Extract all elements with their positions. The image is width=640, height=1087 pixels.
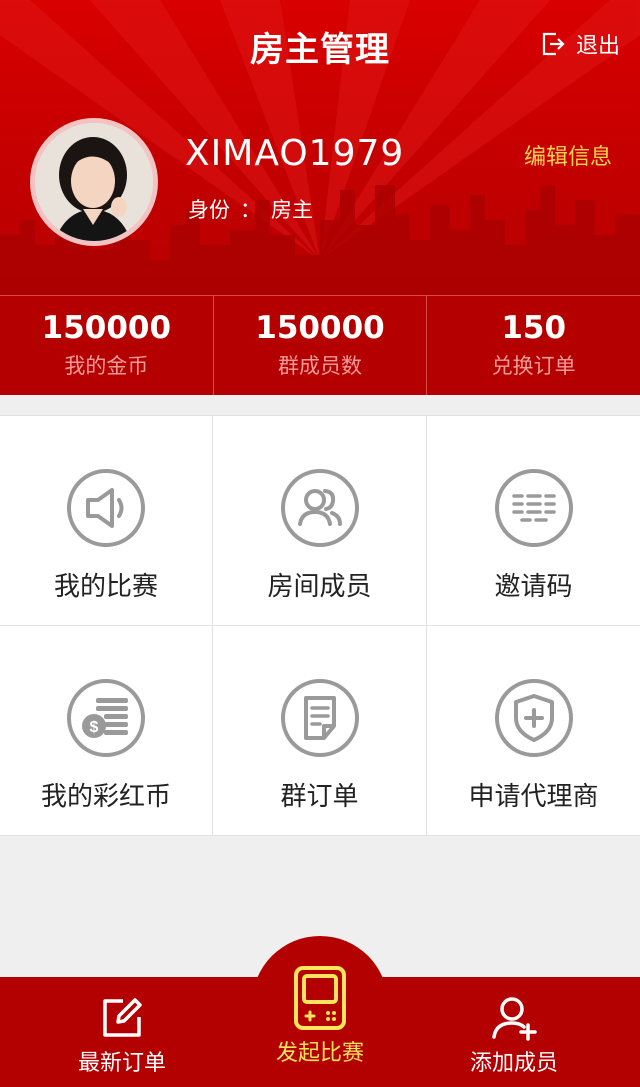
logout-button[interactable]: 退出 (540, 28, 620, 60)
nav-label: 发起比赛 (275, 1041, 364, 1066)
grid-item-label: 申请代理商 (468, 782, 599, 812)
stat-value: 150 (501, 310, 567, 346)
identity-value: 房主 (271, 198, 313, 222)
nav-add-member[interactable]: 添加成员 (444, 995, 584, 1077)
grid-item-label: 我的彩红币 (40, 782, 171, 812)
coins-icon: $ (67, 679, 145, 757)
grid-item-label: 群订单 (280, 782, 359, 812)
nav-label: 添加成员 (469, 1051, 558, 1076)
stat-label: 群成员数 (278, 354, 362, 378)
identity-line: 身份 ： 房主 (188, 194, 313, 224)
stat-value: 150000 (41, 310, 172, 346)
stat-label: 兑换订单 (491, 354, 576, 378)
add-user-icon (492, 997, 537, 1041)
stat-members[interactable]: 150000 群成员数 (212, 296, 427, 395)
grid-item-label: 邀请码 (494, 572, 573, 602)
shield-plus-icon (494, 679, 573, 757)
stat-coins[interactable]: 150000 我的金币 (0, 296, 213, 395)
nav-latest-orders[interactable]: 最新订单 (52, 995, 192, 1077)
grid-item-apply-agent[interactable]: 申请代理商 (427, 626, 640, 836)
nav-label: 最新订单 (77, 1051, 166, 1076)
grid-item-my-matches[interactable]: 我的比赛 (0, 416, 213, 626)
logout-label: 退出 (575, 34, 620, 59)
stat-value: 150000 (255, 310, 385, 346)
megaphone-icon (67, 469, 145, 547)
feature-grid: 我的比赛 房间成员 邀请码 $ 我的彩红币 群订单 申请代理商 (0, 415, 640, 836)
members-icon (280, 469, 359, 547)
grid-item-label: 房间成员 (267, 572, 372, 602)
grid-item-room-members[interactable]: 房间成员 (213, 416, 427, 626)
stat-label: 我的金币 (64, 354, 149, 378)
game-console-icon (294, 966, 346, 1030)
stat-orders[interactable]: 150 兑换订单 (426, 296, 640, 395)
logout-icon (542, 32, 565, 56)
identity-separator: ： (240, 198, 261, 222)
grid-item-rainbow-coins[interactable]: $ 我的彩红币 (0, 626, 213, 836)
grid-item-group-orders[interactable]: 群订单 (213, 626, 427, 836)
edit-icon (103, 998, 142, 1037)
grid-item-invite-code[interactable]: 邀请码 (427, 416, 640, 626)
avatar-image (35, 123, 153, 241)
username: XIMAO1979 (185, 133, 405, 174)
document-icon (280, 679, 359, 757)
code-list-icon (494, 469, 573, 547)
edit-info-link[interactable]: 编辑信息 (524, 139, 612, 171)
grid-item-label: 我的比赛 (53, 572, 158, 602)
svg-text:$: $ (90, 719, 99, 736)
profile-header: 房主管理 退出 XIMAO1979 身份：房主 编辑信息 (0, 0, 640, 295)
nav-start-match[interactable]: 发起比赛 (250, 965, 390, 1067)
avatar[interactable] (30, 118, 158, 246)
identity-label: 身份 (188, 198, 230, 222)
stats-bar: 150000 我的金币 150000 群成员数 150 兑换订单 (0, 295, 640, 395)
